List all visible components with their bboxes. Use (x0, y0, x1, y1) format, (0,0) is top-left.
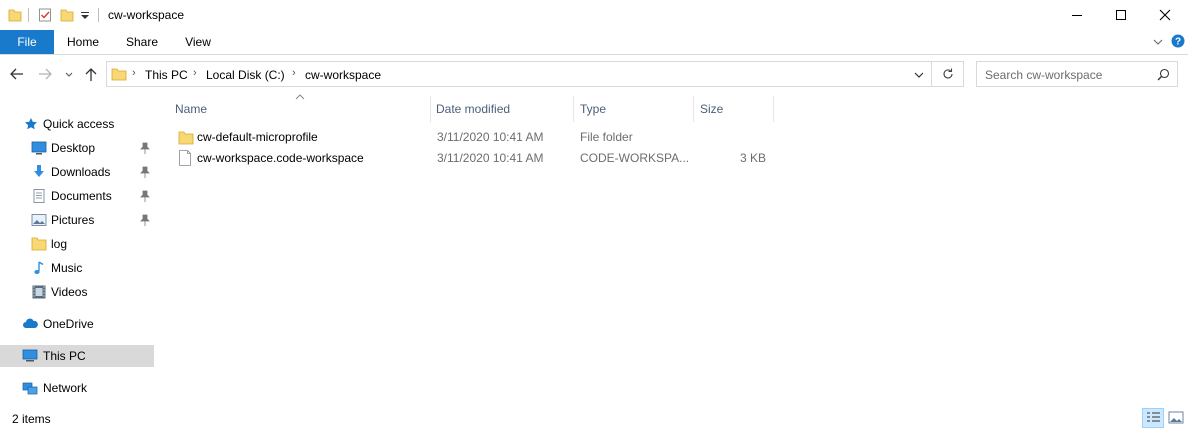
sidebar-item-pictures[interactable]: Pictures (0, 209, 154, 231)
folder-icon (8, 9, 22, 22)
folder-icon (111, 68, 127, 81)
sidebar-item-label: Desktop (51, 141, 96, 155)
sidebar-item-label: Quick access (43, 117, 115, 131)
sidebar-item-music[interactable]: Music (0, 257, 154, 279)
sidebar-item-videos[interactable]: Videos (0, 281, 154, 303)
sidebar-item-label: Pictures (51, 213, 95, 227)
navigation-pane: Quick access Desktop Downloads Documents (0, 108, 156, 398)
sidebar-item-desktop[interactable]: Desktop (0, 137, 154, 159)
column-header-date-modified[interactable]: Date modified (430, 96, 573, 122)
breadcrumb-chevron-icon[interactable]: › (292, 67, 296, 79)
sidebar-item-this-pc[interactable]: This PC (0, 345, 154, 367)
star-icon (25, 118, 37, 130)
address-bar[interactable]: › This PC › Local Disk (C:) › cw-workspa… (106, 61, 932, 87)
breadcrumb-local-disk[interactable]: Local Disk (C:) (206, 68, 285, 82)
sidebar-item-label: Downloads (51, 165, 111, 179)
separator (98, 8, 99, 22)
file-row[interactable]: cw-default-microprofile 3/11/2020 10:41 … (172, 127, 792, 148)
file-date: 3/11/2020 10:41 AM (437, 130, 544, 144)
file-type: File folder (580, 130, 633, 144)
file-name: cw-default-microprofile (197, 130, 318, 144)
sidebar-item-label: Documents (51, 189, 112, 203)
minimize-icon (1072, 15, 1082, 16)
pictures-icon (31, 214, 47, 226)
tab-home[interactable]: Home (54, 30, 112, 54)
sidebar-item-label: OneDrive (43, 317, 94, 331)
sidebar-item-label: Network (43, 381, 88, 395)
network-icon (22, 382, 38, 395)
sidebar-item-label: This PC (43, 349, 86, 363)
column-header-name[interactable]: Name (169, 96, 429, 122)
search-icon[interactable] (1157, 68, 1170, 81)
maximize-button[interactable] (1098, 0, 1144, 30)
sidebar-item-label: log (51, 237, 68, 251)
window-title: cw-workspace (108, 8, 185, 22)
refresh-icon (942, 68, 953, 79)
new-folder-icon[interactable] (60, 7, 74, 23)
sidebar-item-quick-access[interactable]: Quick access (0, 113, 154, 135)
close-icon (1159, 9, 1171, 21)
column-header-type[interactable]: Type (574, 96, 693, 122)
sidebar-item-label: Music (51, 261, 83, 275)
pin-icon[interactable] (140, 142, 150, 154)
file-date: 3/11/2020 10:41 AM (437, 151, 544, 165)
desktop-icon (31, 141, 47, 155)
tab-share[interactable]: Share (112, 30, 172, 54)
column-divider[interactable] (773, 96, 774, 122)
up-button[interactable] (80, 63, 102, 85)
title-bar: cw-workspace (0, 0, 1188, 30)
chevron-down-icon[interactable] (1152, 36, 1164, 48)
address-history-chevron-icon[interactable] (913, 69, 925, 81)
sidebar-item-label: Videos (51, 285, 88, 299)
tab-file[interactable]: File (0, 30, 54, 54)
svg-text:?: ? (1175, 37, 1181, 48)
ribbon: File Home Share View ? (0, 30, 1188, 55)
folder-icon (178, 131, 194, 145)
file-name: cw-workspace.code-workspace (197, 151, 364, 165)
help-icon[interactable]: ? (1171, 34, 1185, 48)
sidebar-item-log[interactable]: log (0, 233, 154, 255)
sidebar-item-downloads[interactable]: Downloads (0, 161, 154, 183)
file-icon (179, 150, 191, 166)
back-button[interactable] (6, 63, 28, 85)
computer-icon (22, 349, 38, 362)
separator (28, 8, 29, 22)
file-row[interactable]: cw-workspace.code-workspace 3/11/2020 10… (172, 148, 792, 169)
documents-icon (33, 189, 45, 203)
column-header-size[interactable]: Size (694, 96, 773, 122)
music-icon (34, 261, 44, 274)
sidebar-item-onedrive[interactable]: OneDrive (0, 313, 154, 335)
pin-icon[interactable] (140, 214, 150, 226)
tab-view[interactable]: View (172, 30, 224, 54)
sidebar-item-network[interactable]: Network (0, 377, 154, 399)
status-item-count: 2 items (12, 412, 51, 426)
breadcrumb-cw-workspace[interactable]: cw-workspace (305, 68, 381, 82)
sidebar-item-documents[interactable]: Documents (0, 185, 154, 207)
pin-icon[interactable] (140, 166, 150, 178)
minimize-button[interactable] (1054, 0, 1100, 30)
customize-quick-access-icon[interactable] (80, 7, 90, 23)
file-size: 3 KB (739, 151, 766, 165)
forward-button[interactable] (34, 63, 56, 85)
videos-icon (32, 285, 46, 299)
search-placeholder: Search cw-workspace (985, 68, 1103, 82)
large-icons-view-icon[interactable] (1166, 408, 1186, 428)
file-type: CODE-WORKSPA... (580, 151, 690, 165)
maximize-icon (1116, 10, 1126, 20)
recent-locations-chevron-icon[interactable] (62, 63, 76, 85)
breadcrumb-this-pc[interactable]: This PC (145, 68, 188, 82)
refresh-button[interactable] (932, 61, 964, 87)
close-button[interactable] (1142, 0, 1188, 30)
breadcrumb-chevron-icon[interactable]: › (132, 67, 136, 79)
breadcrumb-chevron-icon[interactable]: › (193, 67, 197, 79)
pin-icon[interactable] (140, 190, 150, 202)
search-input[interactable]: Search cw-workspace (976, 61, 1178, 87)
properties-icon[interactable] (38, 7, 52, 23)
download-icon (34, 165, 44, 177)
details-view-icon[interactable] (1142, 408, 1164, 428)
cloud-icon (23, 318, 38, 328)
folder-icon (31, 237, 47, 251)
